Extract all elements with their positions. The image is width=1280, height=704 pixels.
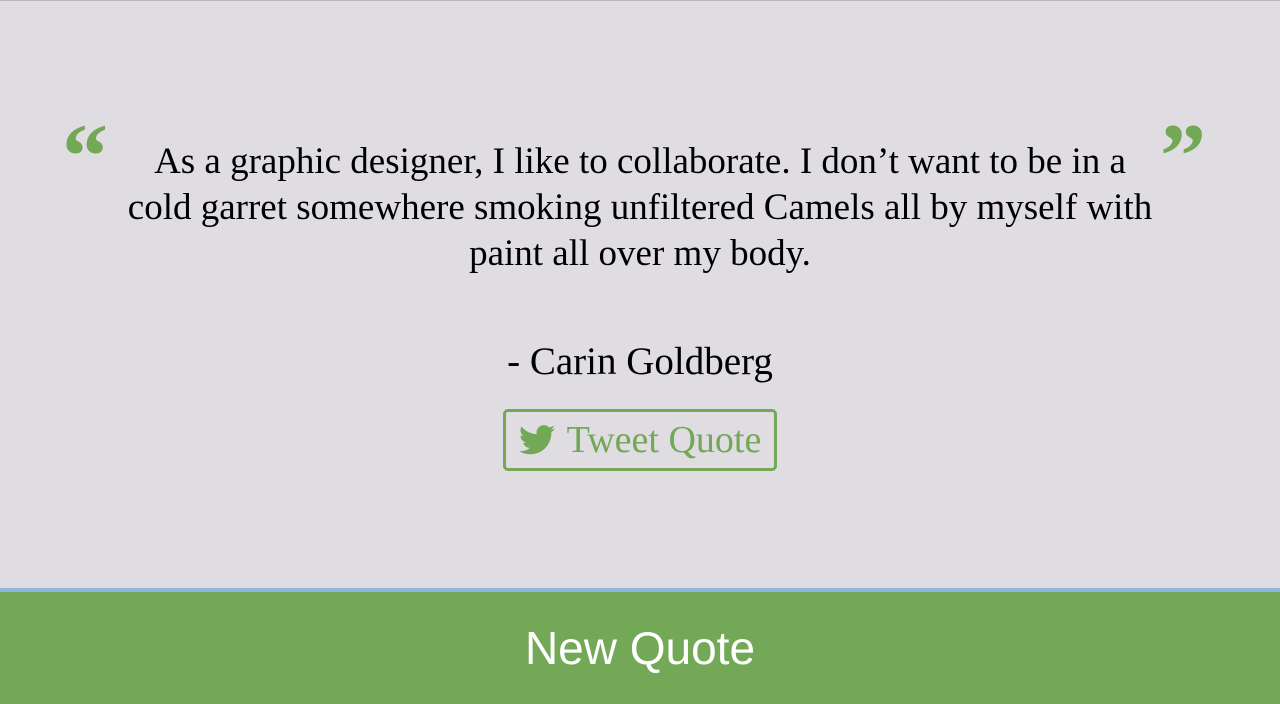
new-quote-label: New Quote — [524, 622, 756, 674]
quote-author: - Carin Goldberg — [507, 340, 773, 383]
tweet-quote-button[interactable]: Tweet Quote — [503, 409, 777, 471]
twitter-bird-icon — [518, 425, 555, 455]
new-quote-button[interactable]: New Quote — [0, 592, 1280, 704]
open-quote-icon: “ — [62, 105, 108, 207]
close-quote-icon: ” — [1160, 105, 1206, 207]
quote-box: “ As a graphic designer, I like to colla… — [0, 0, 1280, 589]
tweet-quote-label: Tweet Quote — [566, 419, 762, 461]
quote-text: As a graphic designer, I like to collabo… — [127, 141, 1153, 274]
